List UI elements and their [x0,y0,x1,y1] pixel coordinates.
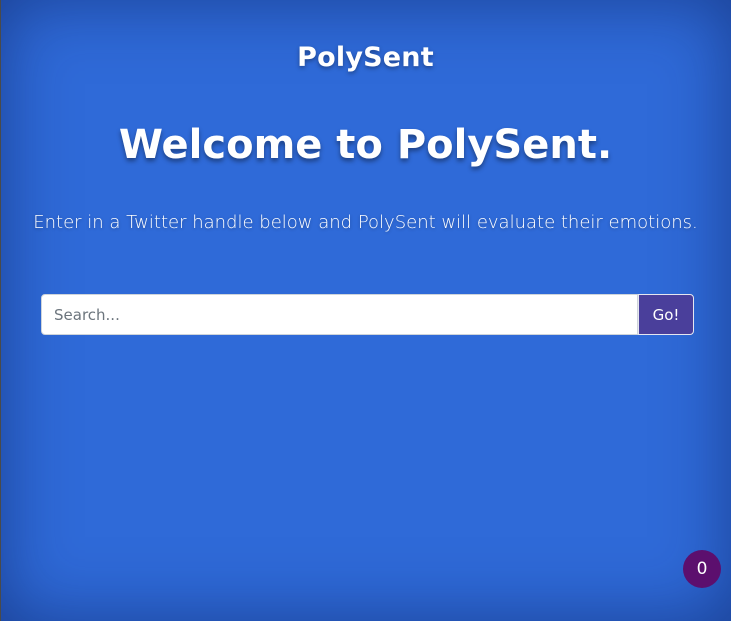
counter-badge[interactable]: 0 [683,550,721,588]
go-button[interactable]: Go! [638,294,694,335]
page-headline: Welcome to PolySent. [118,122,613,168]
page-subtitle: Enter in a Twitter handle below and Poly… [33,212,698,233]
brand-title: PolySent [297,42,434,73]
search-input[interactable] [41,294,638,335]
search-form: Go! [41,294,694,335]
